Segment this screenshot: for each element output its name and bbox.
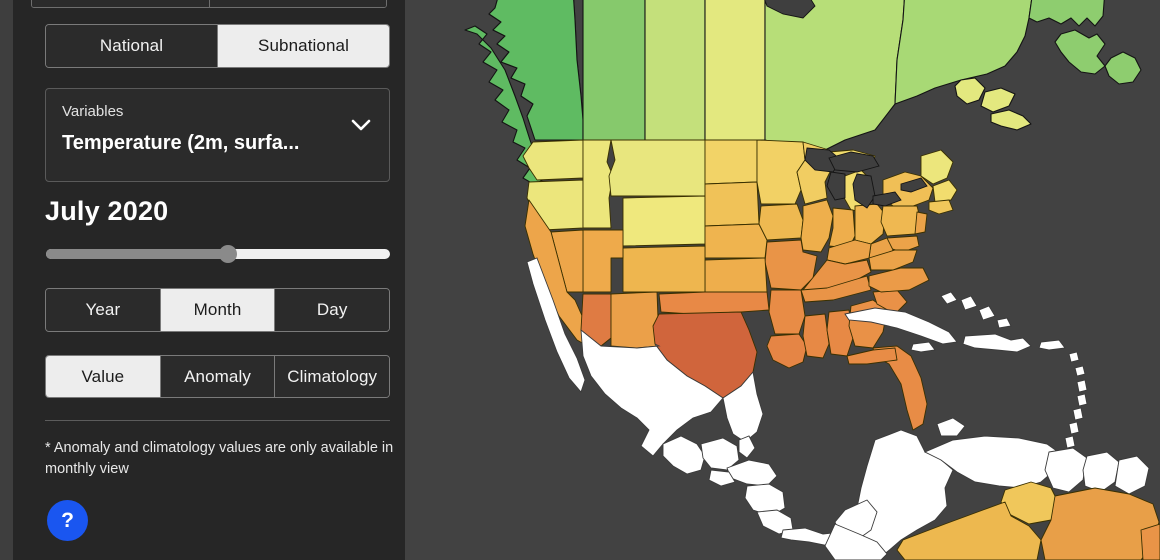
app-root: National Subnational Variables Temperatu… [0,0,1160,560]
scope-toggle[interactable]: National Subnational [45,24,390,68]
metric-option-value[interactable]: Value [46,356,160,397]
time-resolution-option-month[interactable]: Month [159,289,275,331]
time-resolution-option-year[interactable]: Year [46,289,160,331]
time-resolution-toggle[interactable]: Year Month Day [45,288,390,332]
variables-selected-value: Temperature (2m, surfa... [62,132,300,154]
time-resolution-option-day[interactable]: Day [274,289,389,331]
top-cutoff-segment-right[interactable] [208,0,386,7]
metric-option-climatology[interactable]: Climatology [274,356,389,397]
top-cutoff-segmented-group[interactable] [31,0,387,8]
availability-note: * Anomaly and climatology values are onl… [45,440,394,477]
variables-label: Variables [62,103,124,120]
question-mark-icon[interactable]: ? [47,500,88,541]
top-cutoff-segment-left[interactable] [32,0,209,7]
left-rail [0,0,13,560]
scope-option-national[interactable]: National [46,25,217,67]
date-slider-thumb[interactable] [219,245,238,263]
scope-option-subnational[interactable]: Subnational [217,25,389,67]
metric-option-anomaly[interactable]: Anomaly [159,356,275,397]
choropleth-map[interactable]: .b { stroke:#141414; stroke-width:1.1; s… [405,0,1160,560]
date-slider[interactable] [46,244,390,264]
variables-dropdown[interactable]: Variables Temperature (2m, surfa... [45,88,390,182]
chevron-down-icon[interactable] [351,119,371,131]
sidebar-divider [45,420,390,421]
metric-toggle[interactable]: Value Anomaly Climatology [45,355,390,398]
selected-date-title: July 2020 [45,196,169,226]
control-sidebar: National Subnational Variables Temperatu… [13,0,405,560]
date-slider-fill [46,249,229,259]
map-canvas[interactable]: .b { stroke:#141414; stroke-width:1.1; s… [405,0,1160,560]
